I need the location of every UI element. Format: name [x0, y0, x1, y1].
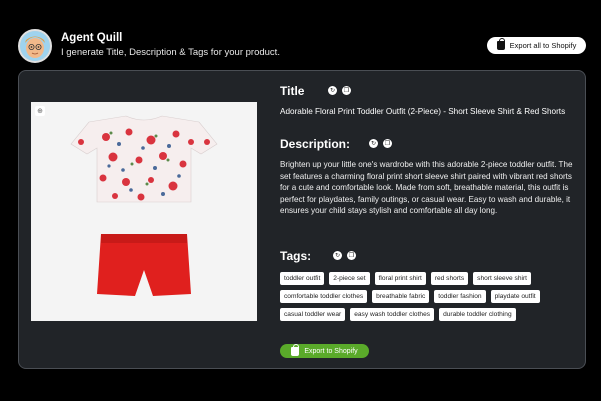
tag-chip[interactable]: casual toddler wear	[280, 308, 346, 321]
product-image[interactable]: ⊕	[31, 102, 257, 321]
tag-chip[interactable]: comfortable toddler clothes	[280, 290, 368, 303]
tag-chip[interactable]: durable toddler clothing	[439, 308, 516, 321]
tags-actions: ↻ ❐	[333, 251, 356, 260]
export-all-button[interactable]: Export all to Shopify	[487, 37, 586, 54]
agent-name: Agent Quill	[61, 32, 123, 44]
regenerate-icon[interactable]: ↻	[333, 251, 342, 260]
title-actions: ↻ ❐	[328, 86, 351, 95]
title-heading: Title	[280, 84, 305, 98]
product-title: Adorable Floral Print Toddler Outfit (2-…	[280, 107, 566, 116]
export-to-shopify-button[interactable]: Export to Shopify	[280, 343, 369, 358]
tag-chip[interactable]: red shorts	[430, 272, 469, 285]
copy-icon[interactable]: ❐	[383, 139, 392, 148]
regenerate-icon[interactable]: ↻	[369, 139, 378, 148]
agent-description: I generate Title, Description & Tags for…	[61, 47, 280, 58]
tag-chip[interactable]: toddler fashion	[434, 290, 486, 303]
tag-chip[interactable]: playdate outfit	[490, 290, 540, 303]
copy-icon[interactable]: ❐	[342, 86, 351, 95]
export-label: Export to Shopify	[304, 347, 358, 355]
export-all-label: Export all to Shopify	[509, 41, 577, 50]
product-card: ⊕ Title ↻ ❐ Adorable Floral Print Toddle…	[18, 70, 586, 369]
tag-chip[interactable]: easy wash toddler clothes	[350, 308, 435, 321]
agent-header: Agent Quill I generate Title, Descriptio…	[18, 29, 588, 63]
agent-avatar	[18, 29, 52, 63]
tag-list: toddler outfit 2-piece set floral print …	[280, 272, 580, 321]
regenerate-icon[interactable]: ↻	[328, 86, 337, 95]
zoom-icon[interactable]: ⊕	[35, 106, 45, 116]
tags-heading: Tags:	[280, 249, 312, 263]
tag-chip[interactable]: 2-piece set	[329, 272, 370, 285]
copy-icon[interactable]: ❐	[347, 251, 356, 260]
shopify-bag-icon	[496, 38, 505, 50]
tag-chip[interactable]: floral print shirt	[374, 272, 426, 285]
tag-chip[interactable]: breathable fabric	[372, 290, 430, 303]
shopify-bag-icon	[291, 343, 300, 356]
description-actions: ↻ ❐	[369, 139, 392, 148]
description-heading: Description:	[280, 137, 351, 151]
product-description: Brighten up your little one's wardrobe w…	[280, 160, 573, 216]
tag-chip[interactable]: short sleeve shirt	[473, 272, 531, 285]
tag-chip[interactable]: toddler outfit	[280, 272, 325, 285]
